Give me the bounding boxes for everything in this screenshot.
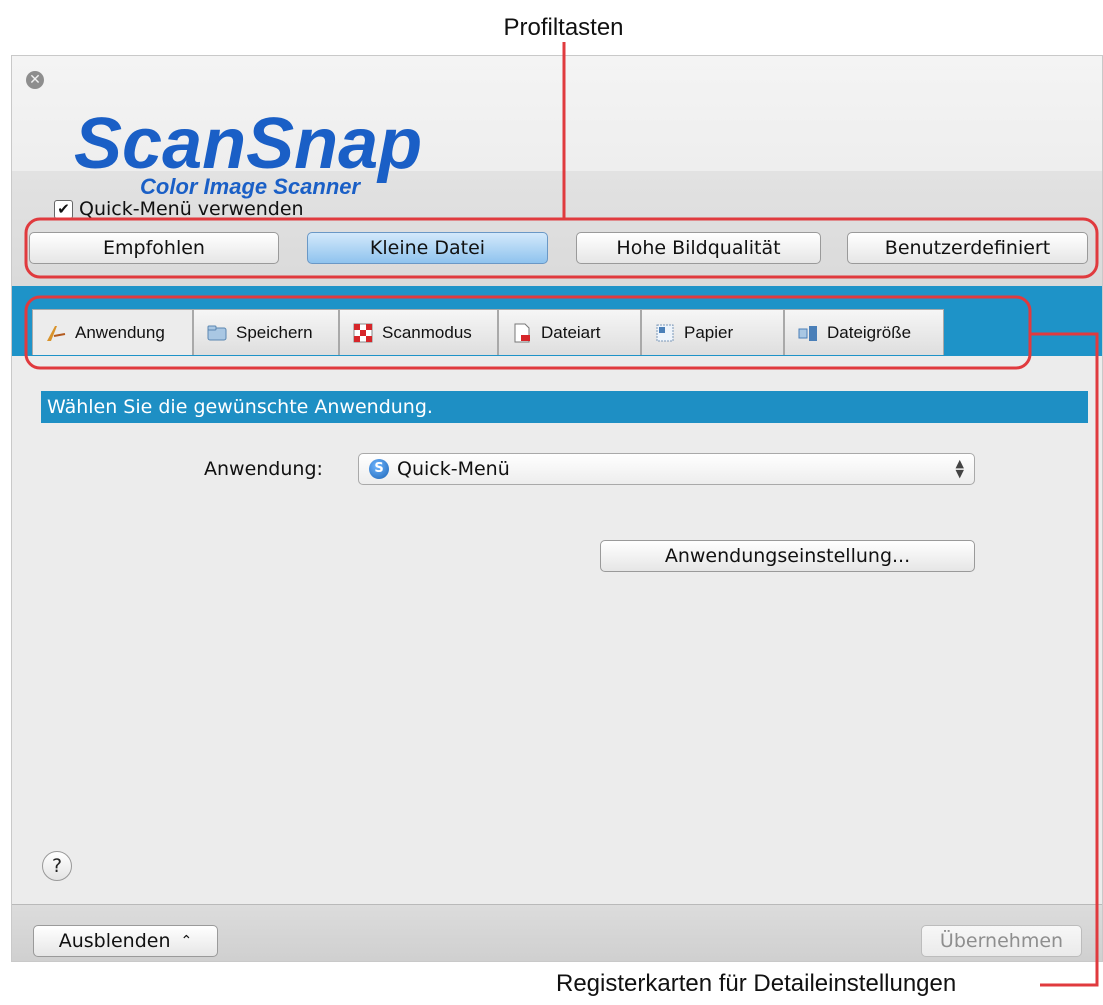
- file-type-icon: [514, 323, 530, 342]
- profile-button-kleine-datei[interactable]: Kleine Datei: [307, 232, 548, 264]
- quick-menu-checkbox-row[interactable]: ✔ Quick-Menü verwenden: [54, 198, 304, 220]
- tab-speichern[interactable]: Speichern: [193, 309, 339, 355]
- hide-button-label: Ausblenden: [58, 930, 171, 952]
- section-title: Wählen Sie die gewünschte Anwendung.: [41, 391, 1088, 423]
- apply-button[interactable]: Übernehmen: [921, 925, 1082, 957]
- tab-label: Scanmodus: [382, 322, 472, 342]
- window-header: ✕ ScanSnap Color Image Scanner ✔ Quick-M…: [12, 56, 1102, 286]
- hide-button[interactable]: Ausblenden ⌃: [33, 925, 218, 957]
- tab-scanmodus[interactable]: Scanmodus: [339, 309, 498, 355]
- profile-button-hohe-bildqualitaet[interactable]: Hohe Bildqualität: [576, 232, 821, 264]
- close-icon[interactable]: ✕: [26, 71, 44, 89]
- logo-brand: ScanSnap: [74, 104, 422, 184]
- apply-button-label: Übernehmen: [939, 930, 1064, 952]
- application-settings-label: Anwendungseinstellung...: [664, 545, 911, 567]
- tab-dateigroesse[interactable]: Dateigröße: [784, 309, 944, 355]
- tab-papier[interactable]: Papier: [641, 309, 784, 355]
- profile-button-label: Kleine Datei: [369, 237, 486, 259]
- scansnap-logo: ScanSnap Color Image Scanner: [74, 104, 422, 199]
- application-select[interactable]: S Quick-Menü ▲ ▼: [358, 453, 975, 485]
- application-select-value: Quick-Menü: [397, 458, 510, 480]
- tab-dateiart[interactable]: Dateiart: [498, 309, 641, 355]
- tab-label: Papier: [684, 322, 734, 342]
- scan-mode-icon: [353, 323, 373, 342]
- select-arrows-icon: ▲ ▼: [955, 457, 964, 480]
- application-icon: [47, 325, 66, 341]
- logo-tagline: Color Image Scanner: [140, 174, 362, 199]
- scansnap-settings-window: ✕ ScanSnap Color Image Scanner ✔ Quick-M…: [11, 55, 1103, 962]
- quick-menu-app-icon: S: [369, 459, 389, 479]
- tab-label: Anwendung: [75, 322, 165, 342]
- file-size-icon: [798, 325, 817, 341]
- profile-button-benutzerdefiniert[interactable]: Benutzerdefiniert: [847, 232, 1088, 264]
- tab-label: Dateigröße: [827, 322, 912, 342]
- profile-keys-callout: Profiltasten: [503, 14, 624, 41]
- chevron-up-icon: ⌃: [180, 933, 193, 949]
- quick-menu-label: Quick-Menü verwenden: [79, 198, 304, 220]
- profile-button-label: Hohe Bildqualität: [616, 237, 781, 259]
- tab-label: Speichern: [236, 322, 313, 342]
- tab-label: Dateiart: [541, 322, 601, 342]
- detail-tabs-callout: Registerkarten für Detaileinstellungen: [556, 970, 957, 997]
- paper-icon: [656, 324, 674, 341]
- folder-icon: [207, 325, 227, 340]
- window-footer: Ausblenden ⌃ Übernehmen: [12, 904, 1102, 961]
- quick-menu-checkbox[interactable]: ✔: [54, 199, 73, 219]
- application-settings-button[interactable]: Anwendungseinstellung...: [600, 540, 975, 572]
- profile-button-empfohlen[interactable]: Empfohlen: [29, 232, 279, 264]
- tab-anwendung[interactable]: Anwendung: [32, 309, 193, 355]
- profile-button-label: Empfohlen: [103, 237, 205, 259]
- profile-button-label: Benutzerdefiniert: [884, 237, 1051, 259]
- help-icon[interactable]: ?: [42, 851, 72, 881]
- detail-tabs: Anwendung Speichern Scanmodus Dateiart P…: [32, 309, 944, 355]
- application-label: Anwendung:: [204, 458, 323, 480]
